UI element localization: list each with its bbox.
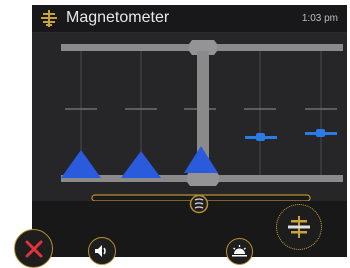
signal-peak-2 bbox=[121, 151, 161, 178]
light-button[interactable] bbox=[226, 238, 253, 265]
title-bar: Magnetometer 1:03 pm bbox=[32, 5, 347, 33]
close-button[interactable] bbox=[14, 229, 53, 268]
close-icon bbox=[25, 240, 43, 258]
magnetometer-button[interactable] bbox=[276, 204, 322, 250]
slider-handle[interactable] bbox=[189, 194, 209, 214]
clock: 1:03 pm bbox=[301, 13, 338, 24]
magnetometer-icon bbox=[288, 216, 310, 238]
magnetometer-display bbox=[32, 33, 347, 201]
signal-bar-5-center bbox=[316, 129, 325, 137]
sensor-visualization bbox=[61, 40, 343, 201]
signal-bar-4-center bbox=[256, 133, 265, 141]
bottom-rail-joint bbox=[187, 171, 219, 186]
signal-peak-3 bbox=[184, 146, 218, 173]
magnetometer-icon bbox=[41, 10, 57, 27]
page-title: Magnetometer bbox=[66, 9, 170, 26]
sound-button[interactable] bbox=[88, 237, 116, 265]
signal-peak-1 bbox=[61, 150, 101, 178]
sunrise-icon bbox=[232, 245, 247, 257]
speaker-icon bbox=[95, 245, 106, 257]
